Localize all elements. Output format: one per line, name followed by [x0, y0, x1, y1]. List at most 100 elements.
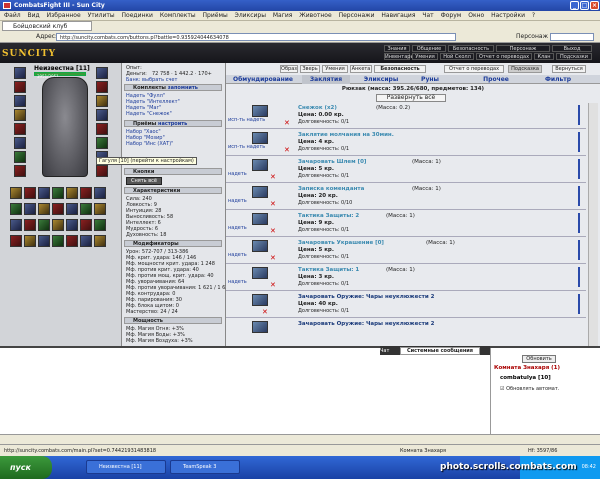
power-header[interactable]: Мощность — [124, 317, 222, 324]
item-name[interactable]: Тактика Защиты: 1 — [298, 267, 359, 273]
taskbar-item[interactable]: TeamSpeak 3 — [170, 460, 240, 474]
item-name[interactable]: Записка коменданта — [298, 186, 364, 192]
item-actions[interactable]: надеть — [228, 225, 247, 231]
scroll-slot[interactable] — [38, 187, 50, 199]
scroll-slot[interactable] — [66, 187, 78, 199]
menu-item[interactable]: Приёмы — [203, 12, 228, 19]
scroll-slot[interactable] — [38, 235, 50, 247]
kits-header[interactable]: Комплекты запомнить — [124, 84, 222, 91]
menu-item[interactable]: Животное — [299, 12, 331, 19]
item-name[interactable]: Зачаровать Украшение [0] — [298, 240, 384, 246]
topnav-exit[interactable]: Выход — [552, 45, 592, 52]
techniques-header[interactable]: Приёмы настроить — [124, 120, 222, 127]
filter-button-pet[interactable]: Зверь — [300, 65, 320, 73]
topnav2-clan[interactable]: Клан — [534, 53, 554, 60]
mods-header[interactable]: Модификаторы — [124, 240, 222, 247]
move-arrow-icon[interactable] — [578, 186, 580, 206]
filter-button-transfers[interactable]: Отчет о переводах — [444, 65, 504, 73]
legs-slot[interactable] — [96, 137, 108, 149]
delete-icon[interactable]: ✕ — [270, 281, 276, 289]
move-arrow-icon[interactable] — [578, 267, 580, 287]
scroll-slot[interactable] — [80, 203, 92, 215]
item-name[interactable]: Зачаровать Оружие: Чары неуклюжести 2 — [298, 294, 434, 300]
filter-button-image[interactable]: Образ — [280, 65, 298, 73]
tab-elixirs[interactable]: Эликсиры — [358, 75, 404, 84]
expand-all-button[interactable]: Развернуть всё — [376, 94, 446, 102]
scroll-slot[interactable] — [80, 235, 92, 247]
filter-button-security[interactable]: Безопасность — [374, 65, 426, 73]
menu-item[interactable]: Комплекты — [160, 12, 196, 19]
scroll-slot[interactable] — [24, 203, 36, 215]
item-name[interactable]: Снежок (x2) — [298, 105, 337, 111]
item-actions[interactable]: исп-ть надеть — [228, 144, 265, 150]
remove-all-button[interactable]: Снять всё — [126, 177, 162, 185]
menu-item[interactable]: Магия — [273, 12, 293, 19]
shield-slot[interactable] — [96, 95, 108, 107]
scroll-slot[interactable] — [94, 235, 106, 247]
scroll-slot[interactable] — [24, 219, 36, 231]
refresh-button[interactable]: Обновить — [522, 355, 556, 363]
weapon-slot[interactable] — [14, 95, 26, 107]
address-input[interactable]: http://suncity.combats.com/buttons.pl?ba… — [56, 33, 456, 41]
techniques-setup-link[interactable]: настроить — [158, 121, 187, 127]
delete-icon[interactable]: ✕ — [270, 227, 276, 235]
tab-other[interactable]: Прочее — [476, 75, 516, 84]
belt-slot[interactable] — [14, 123, 26, 135]
delete-icon[interactable]: ✕ — [270, 173, 276, 181]
taskbar-item[interactable]: Неизвестна [11] — [86, 460, 166, 474]
scroll-slot[interactable] — [66, 203, 78, 215]
stats-header[interactable]: Характеристики — [124, 187, 222, 194]
filter-button-skills[interactable]: Умения — [322, 65, 348, 73]
topnav2-inventory[interactable]: Инвентарь — [384, 53, 413, 60]
kits-remember-link[interactable]: запомнить — [168, 85, 198, 91]
close-button[interactable]: × — [590, 1, 599, 10]
scroll-slot[interactable] — [80, 187, 92, 199]
scroll-slot[interactable] — [52, 219, 64, 231]
item-actions[interactable]: надеть — [228, 198, 247, 204]
menu-item[interactable]: Файл — [4, 12, 21, 19]
ring-slot-2[interactable] — [96, 109, 108, 121]
amulet-slot[interactable] — [14, 81, 26, 93]
scroll-slot[interactable] — [52, 235, 64, 247]
bracer-slot[interactable] — [14, 137, 26, 149]
menu-item[interactable]: Эликсиры — [235, 12, 266, 19]
scroll-slot[interactable] — [66, 219, 78, 231]
scroll-slot[interactable] — [10, 203, 22, 215]
topnav2-hints[interactable]: Подсказки — [556, 53, 592, 60]
item-actions[interactable]: надеть — [228, 252, 247, 258]
tab-spells[interactable]: Заклятия — [302, 75, 350, 84]
item-actions[interactable]: надеть — [228, 279, 247, 285]
topnav-chat[interactable]: Общение — [412, 45, 446, 52]
item-actions[interactable]: исп-ть надеть — [228, 117, 265, 123]
chat-tab[interactable]: Чат — [380, 348, 389, 354]
item-name[interactable]: Заклятие молчания на 30мин. — [298, 132, 394, 138]
scroll-slot[interactable] — [10, 187, 22, 199]
move-arrow-icon[interactable] — [578, 294, 580, 314]
move-arrow-icon[interactable] — [578, 159, 580, 179]
character-name[interactable]: Неизвестна [11] — [34, 65, 90, 72]
tech-item[interactable]: Набор "Инс (ХАТ)" — [126, 141, 173, 147]
scroll-slot[interactable] — [52, 203, 64, 215]
menu-item[interactable]: Утилиты — [88, 12, 115, 19]
scroll-slot[interactable] — [94, 203, 106, 215]
menu-item[interactable]: Поединки — [122, 12, 153, 19]
menu-item[interactable]: ? — [532, 12, 535, 19]
move-arrow-icon[interactable] — [578, 213, 580, 233]
topnav-character[interactable]: Персонаж — [496, 45, 550, 52]
scroll-slot[interactable] — [66, 235, 78, 247]
tab-runes[interactable]: Руны — [412, 75, 448, 84]
menu-item[interactable]: Вид — [28, 12, 40, 19]
earring-slot[interactable] — [96, 67, 108, 79]
menu-item[interactable]: Форум — [441, 12, 462, 19]
menu-item[interactable]: Персонажи — [339, 12, 375, 19]
ring-slot[interactable] — [14, 151, 26, 163]
delete-icon[interactable]: ✕ — [270, 200, 276, 208]
move-arrow-icon[interactable] — [578, 132, 580, 152]
scroll-slot[interactable] — [24, 187, 36, 199]
gloves-slot[interactable] — [14, 165, 26, 177]
menu-item[interactable]: Избранное — [47, 12, 81, 19]
browser-tab[interactable]: Бойцовский клуб — [2, 21, 92, 31]
scroll-slot[interactable] — [38, 219, 50, 231]
menu-item[interactable]: Окно — [468, 12, 484, 19]
kit-item[interactable]: Надеть "Снежок" — [126, 111, 172, 117]
